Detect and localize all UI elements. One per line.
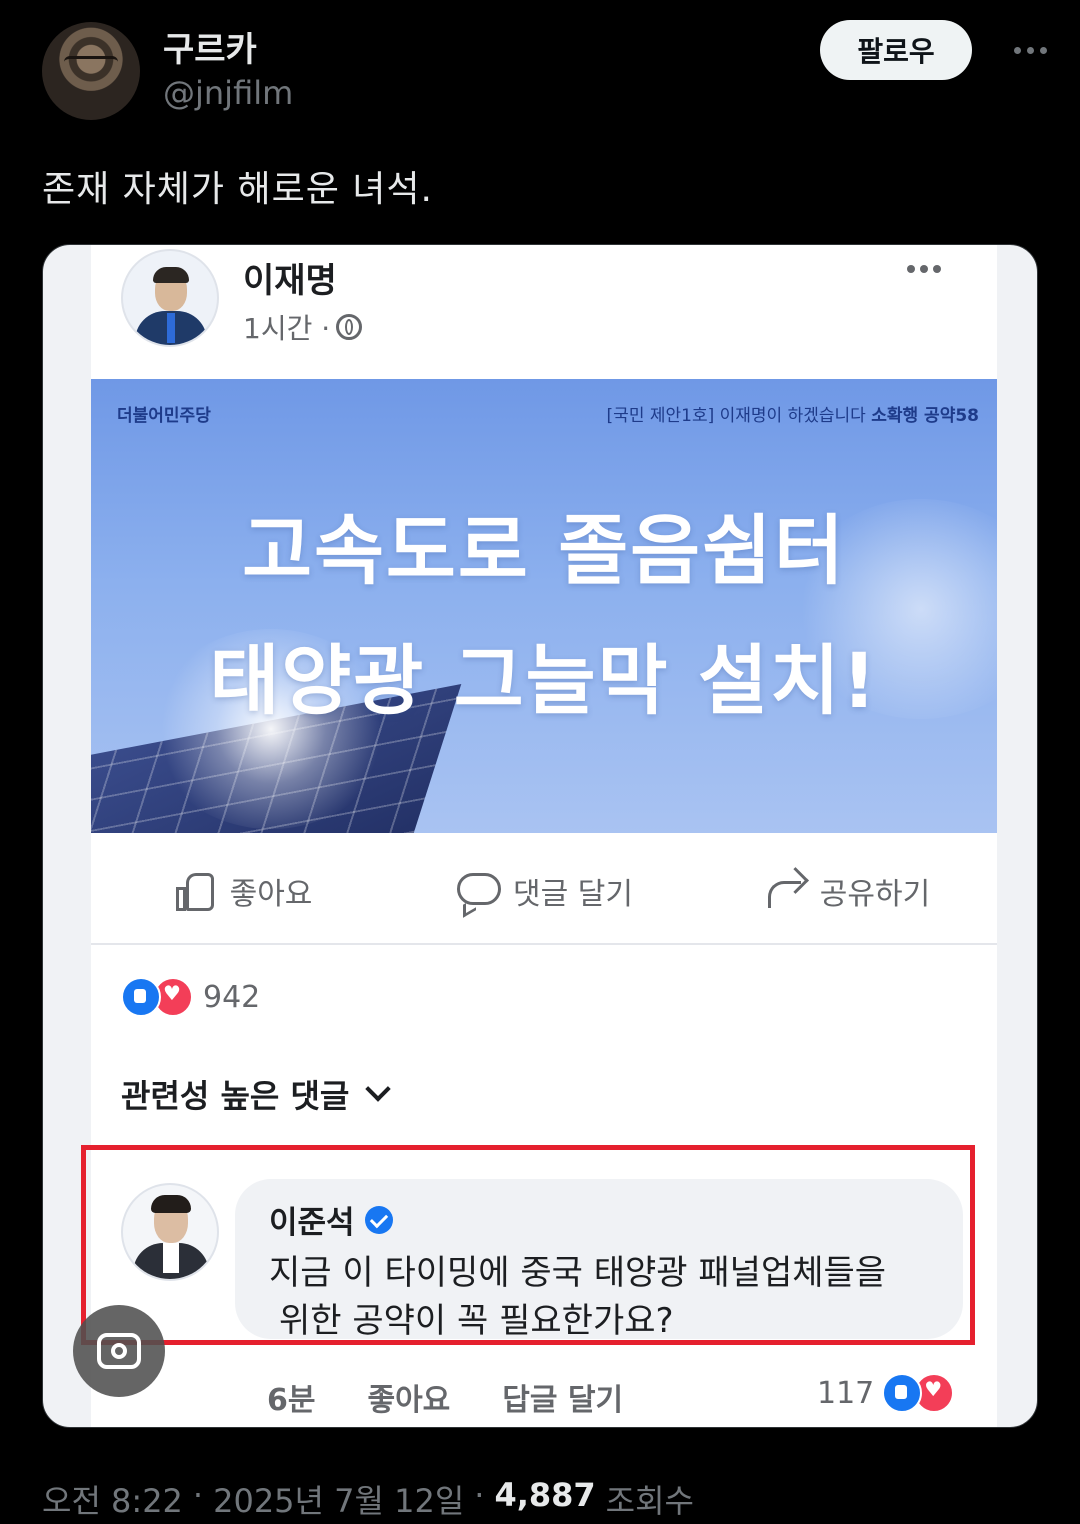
share-action: 공유하기 <box>695 851 997 931</box>
comment-time: 6분 <box>267 1383 316 1418</box>
tweet-text: 존재 자체가 해로운 녀석. <box>42 169 433 210</box>
thumbs-up-icon <box>172 871 216 911</box>
comment-sort-label: 관련성 높은 댓글 <box>121 1077 350 1115</box>
comment-sort: 관련성 높은 댓글 <box>121 1071 392 1117</box>
comment-text-line1: 지금 이 타이밍에 중국 태양광 패널업체들을 <box>269 1253 887 1293</box>
verified-badge-icon <box>364 1205 393 1234</box>
banner-title-line1: 고속도로 졸음쉼터 <box>242 506 846 595</box>
author-avatar[interactable] <box>42 22 140 120</box>
post-author-name: 이재명 <box>243 261 337 301</box>
banner-tag-prefix: [국민 제안1호] 이재명이 하겠습니다 <box>606 406 866 426</box>
footer-separator: · <box>192 1476 204 1514</box>
comment-meta: 6분 좋아요 답글 달기 <box>267 1375 623 1419</box>
comment-bubble-icon <box>455 871 502 911</box>
comment-like-label: 좋아요 <box>367 1383 451 1418</box>
comment-reactions: 117 <box>817 1373 964 1413</box>
share-action-label: 공유하기 <box>819 877 931 912</box>
footer-separator: · <box>474 1476 485 1514</box>
chevron-down-icon <box>365 1076 392 1102</box>
tweet-page: 구르카 @jnjfilm 팔로우 존재 자체가 해로운 녀석. 이재명 1시간 … <box>0 0 1080 1524</box>
globe-icon <box>336 314 363 340</box>
like-reaction-icon <box>882 1373 923 1413</box>
more-options-icon[interactable] <box>998 30 1062 70</box>
banner-title-line2: 태양광 그늘막 설치! <box>209 636 879 725</box>
tweet-footer: 오전 8:22 · 2025년 7월 12일 · 4,887 조회수 <box>42 1476 694 1522</box>
comment-reply-label: 답글 달기 <box>502 1383 624 1418</box>
comment-bubble: 이준석 지금 이 타이밍에 중국 태양광 패널업체들을 위한 공약이 꼭 필요한… <box>235 1179 963 1341</box>
divider <box>91 943 997 945</box>
author-handle[interactable]: @jnjfilm <box>163 74 293 112</box>
commenter-name: 이준석 <box>269 1205 355 1241</box>
commenter-name-row: 이준석 <box>269 1197 393 1242</box>
post-reactions: 942 <box>121 977 260 1017</box>
campaign-banner: 더불어민주당 [국민 제안1호] 이재명이 하겠습니다 소확행 공약58 고속도… <box>91 379 997 833</box>
like-action: 좋아요 <box>91 851 393 931</box>
comment-reaction-count: 117 <box>817 1375 875 1411</box>
commenter-avatar <box>121 1183 219 1281</box>
like-reaction-icon <box>121 977 161 1017</box>
tweet-time[interactable]: 오전 8:22 <box>42 1476 183 1522</box>
post-action-bar: 좋아요 댓글 달기 공유하기 <box>91 851 997 931</box>
share-arrow-icon <box>762 871 806 911</box>
image-search-lens-icon[interactable] <box>73 1305 165 1397</box>
comment-action: 댓글 달기 <box>393 851 695 931</box>
avatar-glasses <box>64 56 118 73</box>
follow-button[interactable]: 팔로우 <box>820 20 972 80</box>
facebook-post-screenshot: 이재명 1시간 · 더불어민주당 [국민 제안1호] 이재명이 하겠습니다 소확… <box>81 245 997 1427</box>
post-author-avatar <box>121 249 219 347</box>
banner-tag-bold: 소확행 공약58 <box>871 406 979 426</box>
post-reaction-count: 942 <box>203 979 261 1015</box>
tweet-date[interactable]: 2025년 7월 12일 <box>213 1476 464 1522</box>
post-time: 1시간 · <box>243 307 363 347</box>
comment-action-label: 댓글 달기 <box>513 877 633 912</box>
like-action-label: 좋아요 <box>229 877 313 912</box>
tweet-image[interactable]: 이재명 1시간 · 더불어민주당 [국민 제안1호] 이재명이 하겠습니다 소확… <box>42 244 1038 1428</box>
banner-party-label: 더불어민주당 <box>117 406 211 426</box>
view-count: 4,887 <box>494 1476 596 1514</box>
post-time-text: 1시간 · <box>243 312 331 345</box>
post-more-icon <box>907 265 941 273</box>
view-label: 조회수 <box>605 1482 694 1520</box>
comment-text-line2: 위한 공약이 꼭 필요한가요? <box>279 1301 674 1341</box>
banner-tag: [국민 제안1호] 이재명이 하겠습니다 소확행 공약58 <box>607 401 979 426</box>
author-name[interactable]: 구르카 <box>163 22 257 71</box>
